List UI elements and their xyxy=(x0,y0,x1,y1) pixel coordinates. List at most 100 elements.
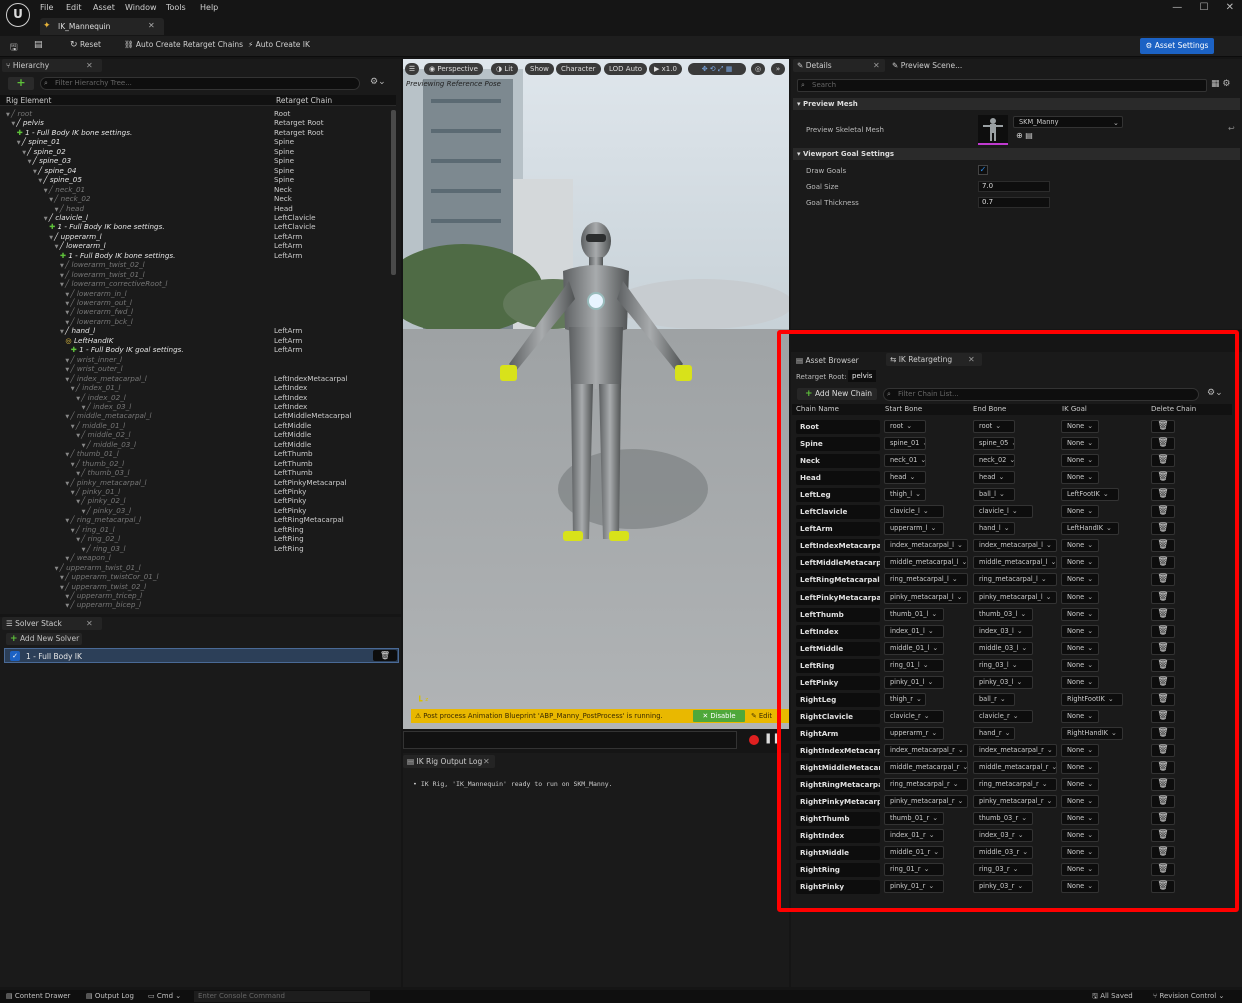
chain-name-field[interactable]: LeftMiddleMetacarpal xyxy=(796,556,880,571)
chain-name-field[interactable]: LeftIndex xyxy=(796,624,880,639)
ik-goal-dropdown[interactable]: None ⌄ xyxy=(1061,573,1099,587)
delete-chain-icon[interactable]: 🗑 xyxy=(1151,471,1175,485)
menu-window[interactable]: Window xyxy=(125,3,157,12)
hierarchy-row[interactable]: ▼╱ upperarm_l LeftArm xyxy=(2,232,396,242)
chain-search-input[interactable]: ⌕ Filter Chain List... xyxy=(883,388,1199,401)
goal-size-input[interactable]: 7.0 xyxy=(978,181,1050,192)
hierarchy-row[interactable]: ▼╱ spine_05 Spine xyxy=(2,175,396,185)
delete-chain-icon[interactable]: 🗑 xyxy=(1151,454,1175,468)
hierarchy-row[interactable]: ▼╱ wrist_inner_l xyxy=(2,355,396,365)
hierarchy-row[interactable]: ▼╱ head Head xyxy=(2,204,396,214)
hierarchy-row[interactable]: ▼╱ ring_02_l LeftRing xyxy=(2,534,396,544)
start-bone-dropdown[interactable]: middle_metacarpal_l ⌄ xyxy=(884,556,968,570)
chain-name-field[interactable]: LeftRingMetacarpal xyxy=(796,573,880,588)
mesh-thumbnail[interactable] xyxy=(978,115,1008,145)
hierarchy-row[interactable]: ▼╱ index_01_l LeftIndex xyxy=(2,383,396,393)
content-drawer-button[interactable]: ▤ Content Drawer xyxy=(6,990,70,1003)
end-bone-dropdown[interactable]: thumb_03_l ⌄ xyxy=(973,607,1033,621)
start-bone-dropdown[interactable]: neck_01 ⌄ xyxy=(884,454,926,468)
chain-name-field[interactable]: Spine xyxy=(796,437,880,452)
delete-chain-icon[interactable]: 🗑 xyxy=(1151,846,1175,860)
delete-chain-icon[interactable]: 🗑 xyxy=(1151,556,1175,570)
start-bone-dropdown[interactable]: upperarm_l ⌄ xyxy=(884,522,944,536)
output-log-tab[interactable]: ▤ IK Rig Output Log ✕ xyxy=(403,755,495,768)
hierarchy-row[interactable]: ▼╱ ring_metacarpal_l LeftRingMetacarpal xyxy=(2,515,396,525)
hierarchy-scrollbar[interactable] xyxy=(391,110,396,275)
ik-goal-dropdown[interactable]: None ⌄ xyxy=(1061,846,1099,860)
delete-chain-icon[interactable]: 🗑 xyxy=(1151,761,1175,774)
hierarchy-row[interactable]: ▼╱ lowerarm_out_l xyxy=(2,298,396,308)
hierarchy-row[interactable]: ▼╱ index_metacarpal_l LeftIndexMetacarpal xyxy=(2,374,396,384)
ik-goal-dropdown[interactable]: None ⌄ xyxy=(1061,437,1099,451)
delete-chain-icon[interactable]: 🗑 xyxy=(1151,488,1175,502)
end-bone-dropdown[interactable]: pinky_metacarpal_l ⌄ xyxy=(973,590,1057,604)
chain-name-field[interactable]: RightThumb xyxy=(796,812,880,827)
hierarchy-row[interactable]: ▼╱ root Root xyxy=(2,109,396,119)
start-bone-dropdown[interactable]: spine_01⌄ xyxy=(884,437,926,451)
start-bone-dropdown[interactable]: thigh_r ⌄ xyxy=(884,692,926,706)
end-bone-dropdown[interactable]: middle_metacarpal_l ⌄ xyxy=(973,556,1057,570)
delete-chain-icon[interactable]: 🗑 xyxy=(1151,726,1175,740)
start-bone-dropdown[interactable]: thigh_l ⌄ xyxy=(884,488,926,502)
more-options-button[interactable]: » xyxy=(771,63,785,75)
viewport[interactable]: ☰ ◉ Perspective ◑ Lit Show Character LOD… xyxy=(403,59,789,729)
chain-name-field[interactable]: Neck xyxy=(796,454,880,469)
chain-name-field[interactable]: RightRing xyxy=(796,863,880,878)
ik-goal-dropdown[interactable]: None ⌄ xyxy=(1061,778,1099,792)
edit-button[interactable]: ✎ Edit xyxy=(751,709,772,723)
start-bone-dropdown[interactable]: middle_01_l ⌄ xyxy=(884,641,944,655)
draw-goals-checkbox[interactable]: ✓ xyxy=(978,165,988,175)
end-bone-dropdown[interactable]: spine_05⌄ xyxy=(973,437,1015,451)
hierarchy-row[interactable]: ▼╱ middle_02_l LeftMiddle xyxy=(2,430,396,440)
end-bone-dropdown[interactable]: clavicle_l ⌄ xyxy=(973,505,1033,519)
start-bone-dropdown[interactable]: index_metacarpal_r ⌄ xyxy=(884,743,968,757)
add-new-chain-button[interactable]: + Add New Chain xyxy=(797,388,877,400)
hierarchy-tree[interactable]: ▼╱ root Root ▼╱ pelvis Retarget Root ✚ 1 - F… xyxy=(2,109,396,609)
chain-name-field[interactable]: RightPinky xyxy=(796,880,880,895)
start-bone-dropdown[interactable]: upperarm_r ⌄ xyxy=(884,726,944,740)
ik-goal-dropdown[interactable]: None ⌄ xyxy=(1061,812,1099,826)
ik-goal-dropdown[interactable]: None ⌄ xyxy=(1061,539,1099,553)
delete-chain-icon[interactable]: 🗑 xyxy=(1151,641,1175,655)
all-saved-status[interactable]: 🖫 All Saved xyxy=(1092,990,1133,1003)
hierarchy-row[interactable]: ▼╱ pinky_01_l LeftPinky xyxy=(2,487,396,497)
delete-chain-icon[interactable]: 🗑 xyxy=(1151,812,1175,826)
delete-chain-icon[interactable]: 🗑 xyxy=(1151,420,1175,433)
delete-chain-icon[interactable]: 🗑 xyxy=(1151,505,1175,519)
start-bone-dropdown[interactable]: clavicle_r ⌄ xyxy=(884,709,944,723)
details-tab[interactable]: ✎ Details ✕ xyxy=(793,59,885,72)
hierarchy-row[interactable]: ▼╱ neck_01 Neck xyxy=(2,185,396,195)
end-bone-dropdown[interactable]: index_03_r ⌄ xyxy=(973,829,1033,843)
hierarchy-row[interactable]: ▼╱ neck_02 Neck xyxy=(2,194,396,204)
chain-name-field[interactable]: LeftIndexMetacarpal xyxy=(796,539,880,554)
menu-help[interactable]: Help xyxy=(200,3,218,12)
hierarchy-row[interactable]: ▼╱ pinky_02_l LeftPinky xyxy=(2,496,396,506)
start-bone-dropdown[interactable]: pinky_metacarpal_l ⌄ xyxy=(884,590,968,604)
close-window-icon[interactable]: ✕ xyxy=(1226,2,1234,13)
hierarchy-row[interactable]: ✚ 1 - Full Body IK bone settings. Retarge… xyxy=(2,128,396,138)
start-bone-dropdown[interactable]: ring_metacarpal_r ⌄ xyxy=(884,778,968,792)
ik-goal-dropdown[interactable]: None ⌄ xyxy=(1061,658,1099,672)
chain-settings-icon[interactable]: ⚙⌄ xyxy=(1207,388,1223,398)
ik-goal-dropdown[interactable]: None ⌄ xyxy=(1061,471,1099,485)
reset-button[interactable]: ↻ Reset xyxy=(70,40,101,50)
hierarchy-row[interactable]: ▼╱ lowerarm_l LeftArm xyxy=(2,241,396,251)
maximize-icon[interactable]: ☐ xyxy=(1199,2,1208,13)
chain-name-field[interactable]: RightLeg xyxy=(796,692,880,707)
hierarchy-row[interactable]: ▼╱ ring_01_l LeftRing xyxy=(2,525,396,535)
ik-goal-dropdown[interactable]: RightHandIK ⌄ xyxy=(1061,726,1123,740)
ik-goal-dropdown[interactable]: None ⌄ xyxy=(1061,590,1099,604)
hierarchy-row[interactable]: ▼╱ ring_03_l LeftRing xyxy=(2,544,396,554)
start-bone-dropdown[interactable]: index_metacarpal_l ⌄ xyxy=(884,539,968,553)
show-button[interactable]: Show xyxy=(525,63,554,75)
end-bone-dropdown[interactable]: index_03_l ⌄ xyxy=(973,624,1033,638)
ik-goal-dropdown[interactable]: None ⌄ xyxy=(1061,624,1099,638)
ik-goal-dropdown[interactable]: None ⌄ xyxy=(1061,454,1099,468)
ik-goal-dropdown[interactable]: None ⌄ xyxy=(1061,641,1099,655)
timeline-bar[interactable] xyxy=(403,731,737,749)
save-icon[interactable]: 🖫 xyxy=(10,40,18,56)
hierarchy-row[interactable]: ▼╱ pinky_03_l LeftPinky xyxy=(2,506,396,516)
chain-name-field[interactable]: RightMiddleMetacarpal xyxy=(796,761,880,775)
end-bone-dropdown[interactable]: index_metacarpal_l ⌄ xyxy=(973,539,1057,553)
start-bone-dropdown[interactable]: middle_metacarpal_r ⌄ xyxy=(884,761,968,774)
